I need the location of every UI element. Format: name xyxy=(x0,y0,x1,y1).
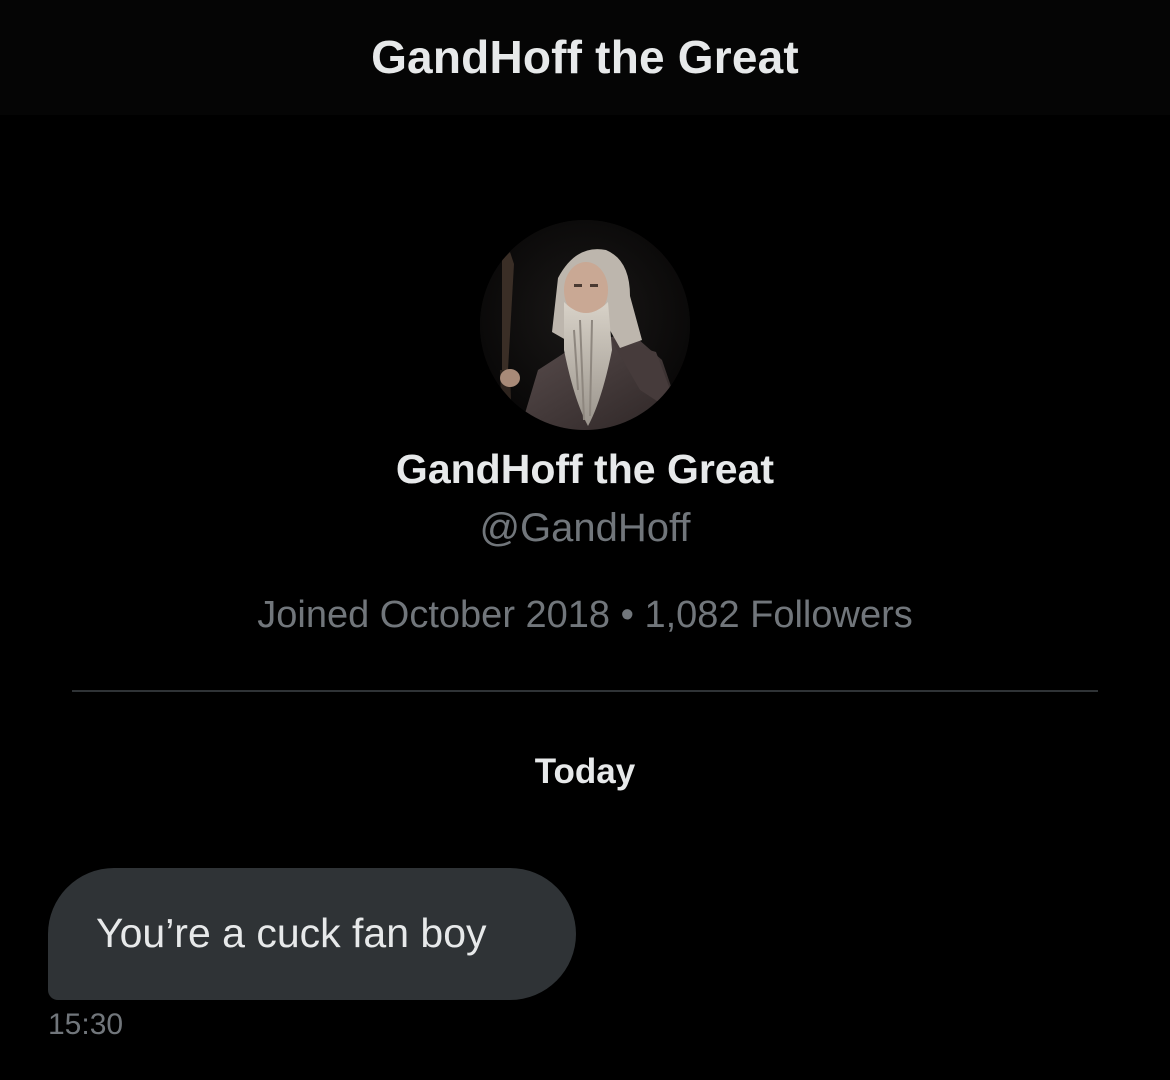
conversation-header: GandHoff the Great xyxy=(0,0,1170,115)
date-separator: Today xyxy=(534,752,636,791)
profile-avatar[interactable] xyxy=(480,220,690,430)
divider xyxy=(72,690,1098,692)
message-bubble[interactable]: You’re a cuck fan boy xyxy=(48,868,576,1000)
message-timestamp: 15:30 xyxy=(48,1008,124,1041)
header-title[interactable]: GandHoff the Great xyxy=(0,30,1170,84)
profile-meta: Joined October 2018 • 1,082 Followers xyxy=(257,594,913,636)
wizard-avatar-icon xyxy=(480,220,690,430)
profile-name[interactable]: GandHoff the Great xyxy=(0,446,1170,493)
profile-handle[interactable]: @GandHoff xyxy=(0,506,1170,551)
message-text: You’re a cuck fan boy xyxy=(96,910,487,956)
